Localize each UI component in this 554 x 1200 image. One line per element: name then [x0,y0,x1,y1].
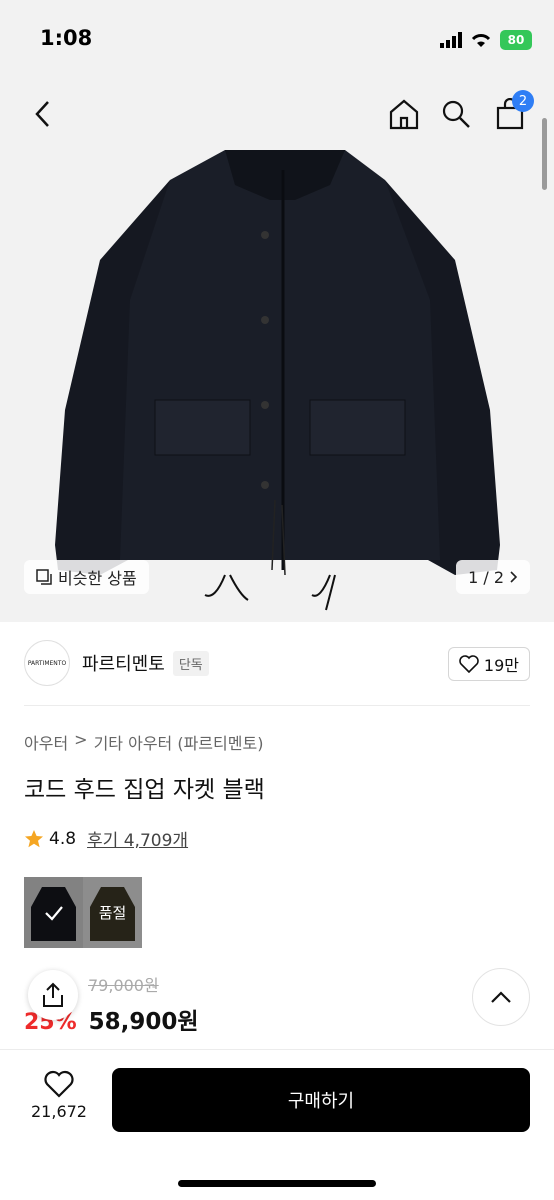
signal-icon [440,32,462,48]
back-button[interactable] [22,94,62,134]
similar-items-label: 비슷한 상품 [58,569,137,588]
share-button[interactable] [28,970,78,1020]
color-options: 품절 [24,877,142,948]
breadcrumb-item-other-outer[interactable]: 기타 아우터 (파르티멘토) [94,730,264,754]
wifi-icon [471,34,491,47]
similar-items-icon [36,569,52,585]
chevron-up-icon [491,991,511,1003]
brand-row: PARTIMENTO 파르티멘토 단독 19만 [24,637,530,689]
search-button[interactable] [436,94,476,134]
cart-button[interactable]: 2 [490,90,534,134]
buy-button[interactable]: 구매하기 [112,1068,530,1132]
scrollbar[interactable] [542,118,547,190]
breadcrumb: 아우터 > 기타 아우터 (파르티멘토) [24,730,263,754]
breadcrumb-separator-icon: > [74,730,88,749]
status-icons: 80 [440,30,532,50]
jacket-photo [0,150,554,622]
chevron-right-icon [510,571,518,583]
scroll-top-button[interactable] [472,968,530,1026]
home-icon [389,99,419,130]
original-price: 79,000원 [88,976,159,995]
star-icon [25,829,43,847]
heart-icon [459,655,479,673]
product-image[interactable]: 비슷한 상품 1 / 2 [0,150,554,622]
home-button[interactable] [384,94,424,134]
status-bar: 1:08 80 [0,0,554,80]
brand-like-count: 19만 [483,656,519,675]
wishlist-count: 21,672 [31,1102,87,1121]
sale-price: 58,900원 [88,1009,199,1035]
option-khaki-soldout[interactable]: 품절 [83,877,142,948]
review-link[interactable]: 후기 4,709개 [87,826,188,851]
chevron-left-icon [35,101,49,127]
soldout-label: 품절 [98,904,127,922]
home-indicator [178,1180,376,1187]
breadcrumb-item-outer[interactable]: 아우터 [24,730,68,754]
cart-count-badge: 2 [512,90,534,112]
rating-row: 4.8 후기 4,709개 [24,826,188,851]
heart-icon [44,1070,74,1098]
search-icon [442,100,470,128]
rating-score: 4.8 [49,828,77,849]
pager-text: 1 / 2 [468,567,504,587]
top-nav: 2 [0,80,554,150]
brand-like-button[interactable]: 19만 [447,647,530,681]
share-icon [43,982,63,1007]
status-time: 1:08 [40,26,93,50]
brand-name[interactable]: 파르티멘토 [82,650,165,676]
divider [24,705,530,706]
exclusive-tag: 단독 [172,650,209,676]
wishlist-button[interactable]: 21,672 [24,1070,94,1121]
similar-items-button[interactable]: 비슷한 상품 [24,560,149,594]
option-black-selected[interactable] [24,877,83,948]
check-icon [24,877,83,948]
image-pager[interactable]: 1 / 2 [456,560,530,594]
bottom-bar: 21,672 구매하기 [0,1049,554,1200]
product-title: 코드 후드 집업 자켓 블랙 [24,777,265,803]
brand-logo[interactable]: PARTIMENTO [24,640,70,686]
battery-icon: 80 [500,30,532,50]
